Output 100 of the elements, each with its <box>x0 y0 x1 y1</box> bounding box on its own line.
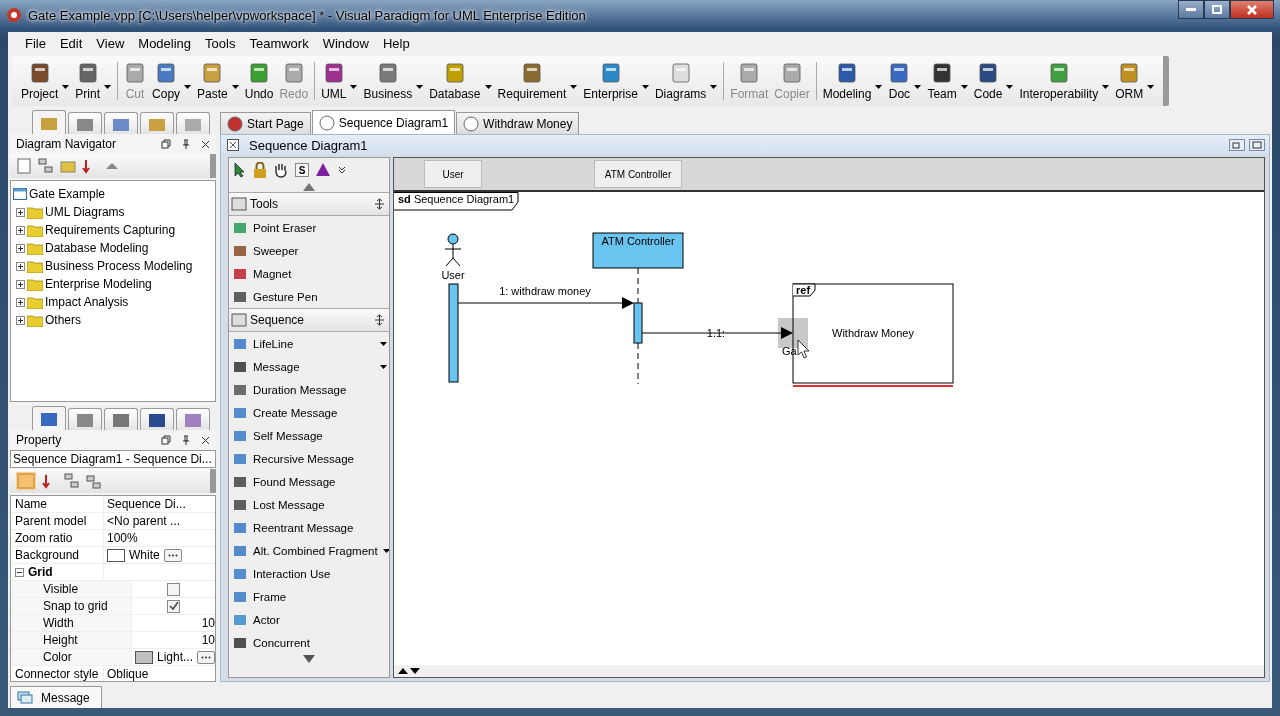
tree-item[interactable]: Others <box>27 313 81 327</box>
chevron-down-icon[interactable] <box>337 165 347 175</box>
activation-bar[interactable] <box>448 283 459 383</box>
pin-icon[interactable] <box>181 435 191 445</box>
tree-item[interactable]: Database Modeling <box>27 241 149 255</box>
message-arrow[interactable] <box>641 327 793 339</box>
dropdown-caret-icon[interactable] <box>416 85 424 89</box>
panel-tab[interactable] <box>68 112 102 134</box>
pin-icon[interactable] <box>181 139 191 149</box>
hand-icon[interactable] <box>273 162 289 178</box>
triangle-icon[interactable] <box>315 162 331 178</box>
panel-tab[interactable] <box>68 408 102 430</box>
dropdown-caret-icon[interactable] <box>104 85 112 89</box>
dropdown-caret-icon[interactable] <box>641 85 649 89</box>
toolbar-button[interactable]: UML <box>318 61 350 101</box>
panel-tab[interactable] <box>104 408 138 430</box>
editor-tab[interactable]: Withdraw Money <box>456 112 580 134</box>
dropdown-caret-icon[interactable] <box>710 85 718 89</box>
lifeline-header[interactable]: User <box>424 160 482 188</box>
dropdown-caret-icon[interactable] <box>875 85 883 89</box>
toolbar-button[interactable]: Requirement <box>494 61 570 101</box>
palette-item[interactable]: Gesture Pen <box>229 285 389 308</box>
toolbar-button[interactable]: Interoperability <box>1016 61 1102 101</box>
expand-icon[interactable] <box>16 279 25 289</box>
lifeline-box[interactable] <box>592 232 684 269</box>
panel-tab[interactable] <box>140 408 174 430</box>
toolbar-button[interactable]: Enterprise <box>580 61 641 101</box>
editor-tab[interactable]: Sequence Diagram1 <box>311 110 456 134</box>
frame-label-tab[interactable]: sd Sequence Diagram1 <box>394 192 519 211</box>
scroll-down-icon[interactable] <box>303 655 315 663</box>
caret-icon[interactable] <box>380 341 387 346</box>
property-value[interactable]: Oblique <box>107 667 149 681</box>
expand-icon[interactable] <box>16 261 25 271</box>
menu-item[interactable]: Help <box>375 33 417 53</box>
expand-icon[interactable] <box>16 207 25 217</box>
property-value[interactable]: 10 <box>201 616 215 630</box>
palette-item[interactable]: Frame <box>229 585 389 608</box>
color-swatch[interactable] <box>135 650 153 664</box>
palette-group-header[interactable]: Tools <box>229 192 389 216</box>
palette-item[interactable]: Point Eraser <box>229 216 389 239</box>
dropdown-caret-icon[interactable] <box>484 85 492 89</box>
menu-item[interactable]: File <box>18 33 53 53</box>
palette-item[interactable]: Reentrant Message <box>229 516 389 539</box>
tree-item[interactable]: Requirements Capturing <box>27 223 176 237</box>
palette-item[interactable]: Recursive Message <box>229 447 389 470</box>
menu-item[interactable]: Window <box>315 33 376 53</box>
tree-icon[interactable] <box>86 473 102 489</box>
palette-item[interactable]: Found Message <box>229 470 389 493</box>
palette-item[interactable]: Lost Message <box>229 493 389 516</box>
palette-item[interactable]: Actor <box>229 608 389 631</box>
close-button[interactable] <box>1230 0 1274 19</box>
toolbar-button[interactable]: Project <box>18 61 62 101</box>
tree-item[interactable]: Impact Analysis <box>27 295 129 309</box>
tree-item[interactable]: Gate Example <box>11 185 215 203</box>
collapse-icon[interactable] <box>15 567 24 577</box>
palette-item[interactable]: Magnet <box>229 262 389 285</box>
menu-item[interactable]: Edit <box>52 33 90 53</box>
minimize-button[interactable] <box>1178 0 1204 19</box>
actor-drawing[interactable] <box>444 233 462 267</box>
toolbar-button[interactable]: ORM <box>1112 61 1147 101</box>
toolbar-button[interactable]: Database <box>426 61 484 101</box>
property-value[interactable]: White <box>129 548 160 562</box>
toolbar-button[interactable]: Undo <box>241 61 277 101</box>
tree-item[interactable]: Business Process Modeling <box>27 259 193 273</box>
restore-icon[interactable] <box>1229 139 1245 151</box>
dropdown-caret-icon[interactable] <box>62 85 70 89</box>
color-swatch[interactable] <box>107 548 125 562</box>
scroll-arrows-icon[interactable] <box>398 668 420 674</box>
property-value[interactable]: Sequence Di... <box>107 497 186 511</box>
dropdown-caret-icon[interactable] <box>960 85 968 89</box>
palette-item[interactable]: Sweeper <box>229 239 389 262</box>
activation-bar[interactable] <box>633 302 643 344</box>
menu-item[interactable]: View <box>89 33 132 53</box>
toolbar-button[interactable]: Modeling <box>819 61 875 101</box>
palette-group-header[interactable]: Sequence <box>229 308 389 332</box>
expand-collapse-icon[interactable] <box>374 198 385 210</box>
dropdown-caret-icon[interactable] <box>1147 85 1155 89</box>
property-value[interactable]: Light... <box>157 650 194 664</box>
dropdown-caret-icon[interactable] <box>1102 85 1110 89</box>
dropdown-caret-icon[interactable] <box>1006 85 1014 89</box>
palette-item[interactable]: Message <box>229 355 389 378</box>
menu-item[interactable]: Tools <box>198 33 243 53</box>
dropdown-caret-icon[interactable] <box>914 85 922 89</box>
expand-icon[interactable] <box>16 315 25 325</box>
toolbar-button[interactable]: Paste <box>194 61 231 101</box>
property-value[interactable]: 10 <box>201 633 215 647</box>
close-icon[interactable] <box>201 435 210 445</box>
more-button[interactable] <box>197 650 215 664</box>
palette-item[interactable]: Alt. Combined Fragment <box>229 539 389 562</box>
toolbar-button[interactable]: Diagrams <box>651 61 710 101</box>
palette-item[interactable]: Create Message <box>229 401 389 424</box>
lifeline-header[interactable]: ATM Controller <box>594 160 682 188</box>
panel-tab[interactable] <box>32 406 66 430</box>
toolbar-button[interactable]: Copy <box>149 61 184 101</box>
message-tab[interactable]: Message <box>10 686 102 708</box>
property-value[interactable]: 100% <box>107 531 138 545</box>
more-button[interactable] <box>163 548 182 562</box>
palette-item[interactable]: LifeLine <box>229 332 389 355</box>
palette-item[interactable]: Duration Message <box>229 378 389 401</box>
toolbar-button[interactable]: Team <box>924 61 960 101</box>
